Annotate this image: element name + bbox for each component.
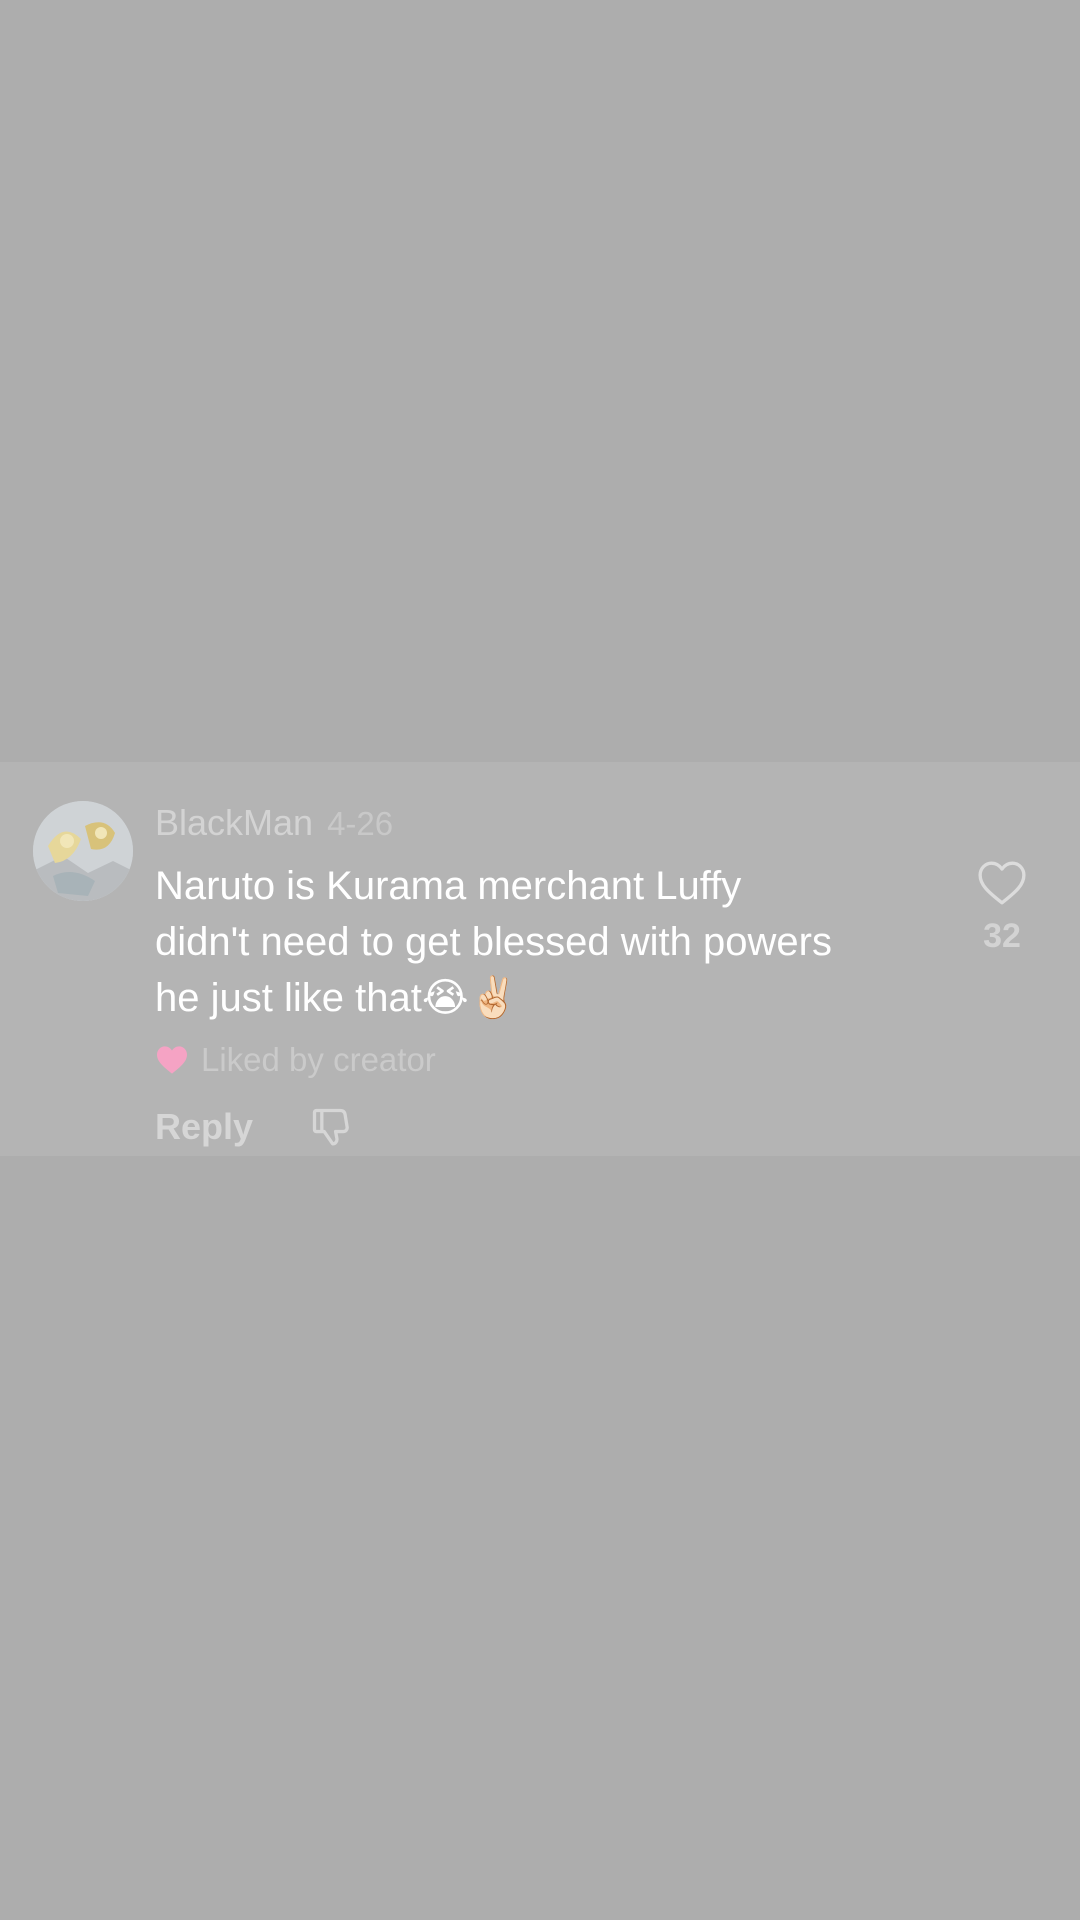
like-column: 32 (970, 860, 1034, 956)
comment-actions: Reply (155, 1102, 353, 1152)
username[interactable]: BlackMan (155, 802, 313, 844)
heart-filled-icon (157, 1046, 187, 1074)
avatar-image (33, 801, 133, 901)
liked-by-creator: Liked by creator (155, 1038, 436, 1082)
avatar[interactable] (33, 801, 133, 901)
comment-card: BlackMan 4-26 Naruto is Kurama merchant … (0, 762, 1080, 1156)
reply-button[interactable]: Reply (155, 1106, 253, 1148)
like-count: 32 (983, 917, 1021, 955)
liked-by-creator-label: Liked by creator (201, 1041, 436, 1078)
comment-text: Naruto is Kurama merchant Luffy didn't n… (155, 864, 832, 1020)
comment-header: BlackMan 4-26 (155, 802, 393, 852)
thumbs-down-icon[interactable] (309, 1105, 353, 1149)
heart-outline-icon[interactable] (977, 860, 1027, 906)
comment-date: 4-26 (327, 805, 394, 842)
